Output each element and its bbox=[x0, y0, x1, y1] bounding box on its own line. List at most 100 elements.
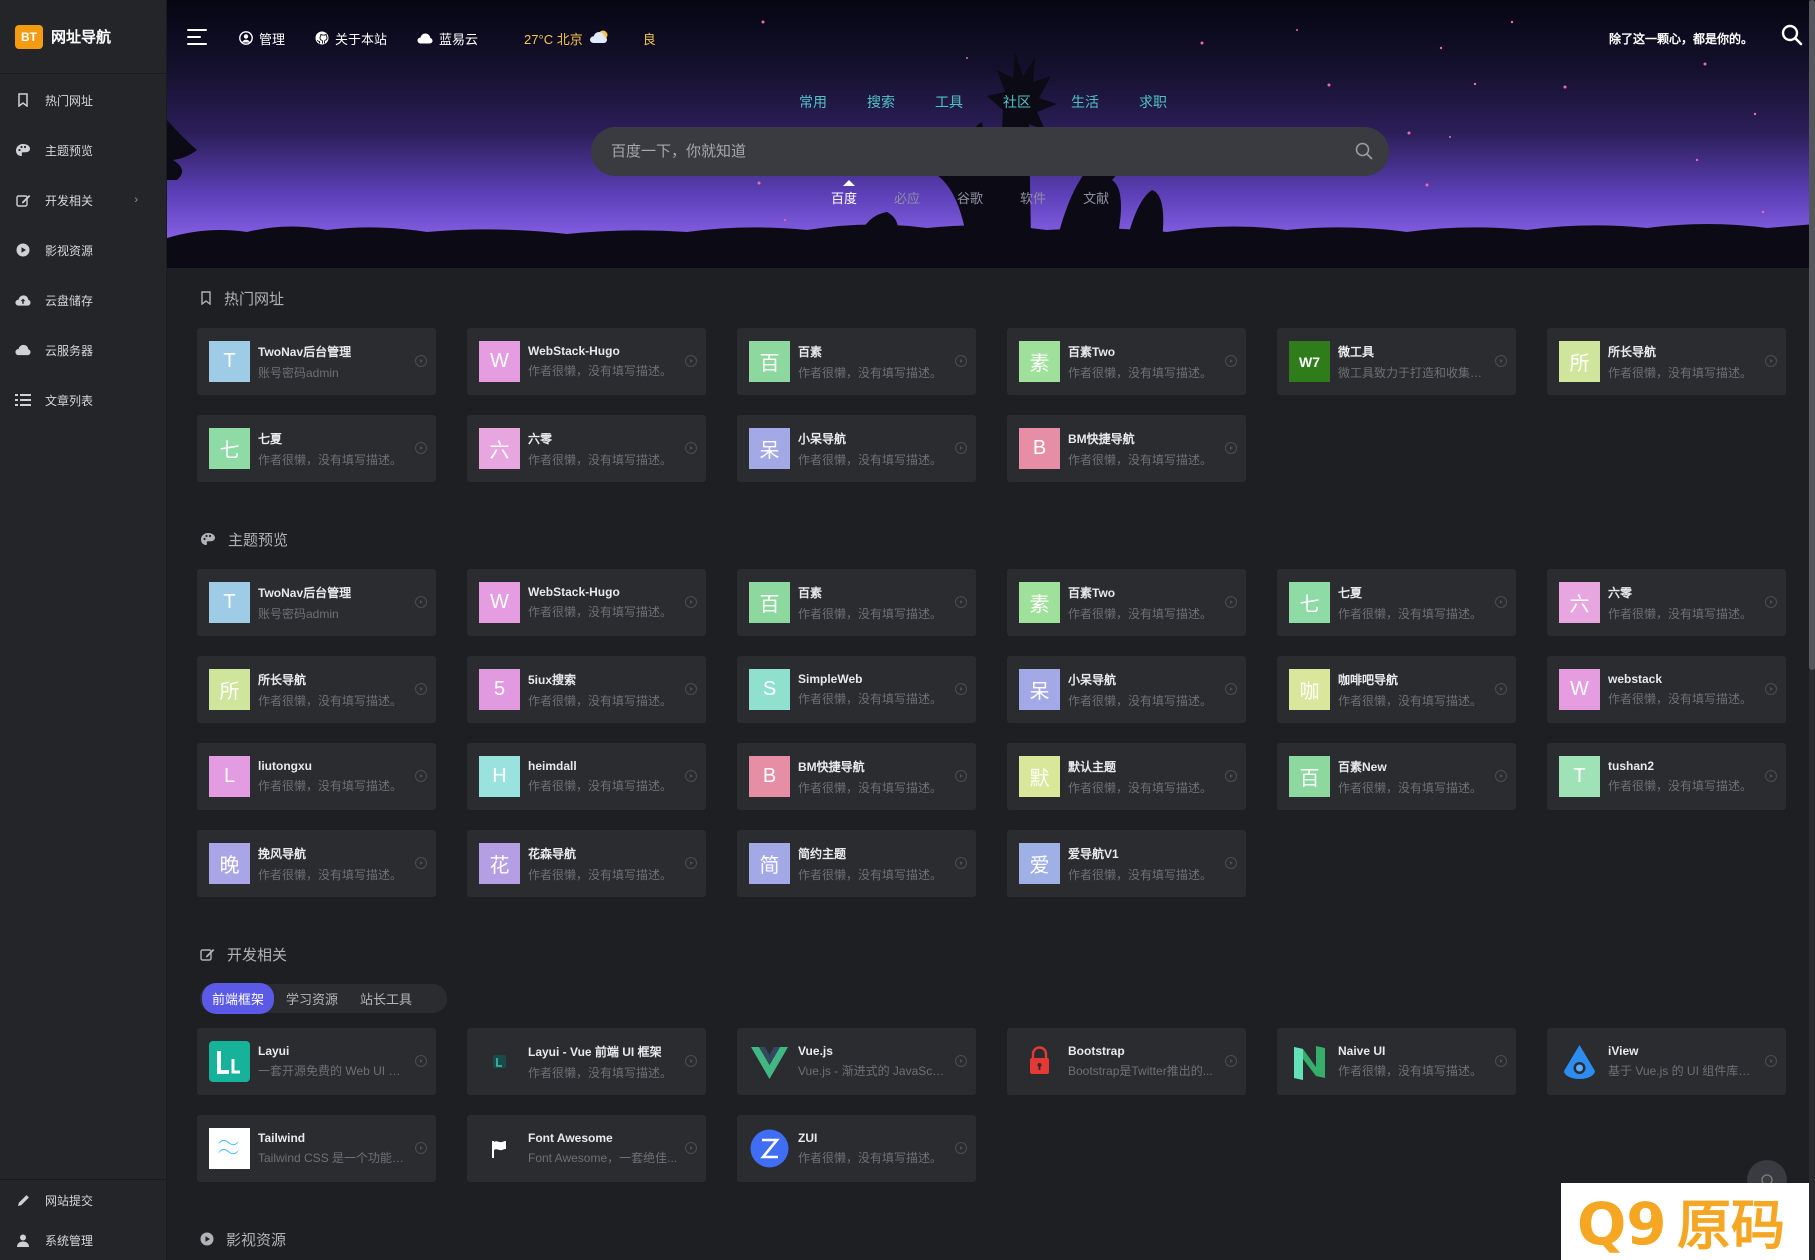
subtab-frontend[interactable]: 前端框架 bbox=[202, 983, 275, 1014]
sidebar-item-articles[interactable]: 文章列表 bbox=[0, 375, 166, 425]
arrow-right-circle-icon[interactable] bbox=[415, 1142, 427, 1154]
site-card[interactable]: 素百素Two 作者很懒，没有填写描述。 bbox=[1007, 569, 1246, 636]
site-card[interactable]: 百百素 作者很懒，没有填写描述。 bbox=[737, 328, 976, 395]
site-card[interactable]: 默默认主题 作者很懒，没有填写描述。 bbox=[1007, 743, 1246, 810]
arrow-right-circle-icon[interactable] bbox=[1225, 857, 1237, 869]
search-input[interactable] bbox=[611, 143, 1311, 160]
hamburger-menu-icon[interactable] bbox=[187, 28, 209, 48]
site-card[interactable]: W WebStack-Hugo 作者很懒，没有填写描述。 bbox=[467, 328, 706, 395]
site-card[interactable]: 七七夏 作者很懒，没有填写描述。 bbox=[1277, 569, 1516, 636]
engine-tab-bing[interactable]: 必应 bbox=[894, 188, 920, 207]
arrow-right-circle-icon[interactable] bbox=[1765, 355, 1777, 367]
sidebar-item-dev[interactable]: 开发相关 › bbox=[0, 175, 166, 225]
site-card[interactable]: Layui - Vue 前端 UI 框架 作者很懒，没有填写描述。 bbox=[467, 1028, 706, 1095]
sidebar-item-video[interactable]: 影视资源 bbox=[0, 225, 166, 275]
site-card[interactable]: 咖咖啡吧导航 作者很懒，没有填写描述。 bbox=[1277, 656, 1516, 723]
site-card[interactable]: 所所长导航 作者很懒，没有填写描述。 bbox=[197, 656, 436, 723]
arrow-right-circle-icon[interactable] bbox=[1225, 355, 1237, 367]
arrow-right-circle-icon[interactable] bbox=[1765, 770, 1777, 782]
site-card[interactable]: S SimpleWeb 作者很懒，没有填写描述。 bbox=[737, 656, 976, 723]
arrow-right-circle-icon[interactable] bbox=[1225, 442, 1237, 454]
site-card[interactable]: 百百素 作者很懒，没有填写描述。 bbox=[737, 569, 976, 636]
site-card[interactable]: 晚挽风导航 作者很懒，没有填写描述。 bbox=[197, 830, 436, 897]
site-card[interactable]: Bootstrap Bootstrap是Twitter推出的... bbox=[1007, 1028, 1246, 1095]
arrow-right-circle-icon[interactable] bbox=[685, 355, 697, 367]
sidebar-item-hot[interactable]: 热门网址 bbox=[0, 75, 166, 125]
site-card[interactable]: W7 微工具 微工具致力于打造和收集各... bbox=[1277, 328, 1516, 395]
topbar-link-lanyiyun[interactable]: 蓝易云 bbox=[417, 29, 478, 48]
site-card[interactable]: W WebStack-Hugo 作者很懒，没有填写描述。 bbox=[467, 569, 706, 636]
search-icon[interactable] bbox=[1781, 24, 1803, 49]
search-submit-icon[interactable] bbox=[1355, 142, 1373, 163]
site-card[interactable]: 花花森导航 作者很懒，没有填写描述。 bbox=[467, 830, 706, 897]
tab-tools[interactable]: 工具 bbox=[935, 92, 963, 112]
site-card[interactable]: T TwoNav后台管理 账号密码admin bbox=[197, 328, 436, 395]
arrow-right-circle-icon[interactable] bbox=[415, 683, 427, 695]
site-card[interactable]: iView 基于 Vue.js 的 UI 组件库。... bbox=[1547, 1028, 1786, 1095]
site-card[interactable]: Tailwind Tailwind CSS 是一个功能类... bbox=[197, 1115, 436, 1182]
site-card[interactable]: 简简约主题 作者很懒，没有填写描述。 bbox=[737, 830, 976, 897]
site-card[interactable]: ZUI 作者很懒，没有填写描述。 bbox=[737, 1115, 976, 1182]
site-card[interactable]: 5 5iux搜索 作者很懒，没有填写描述。 bbox=[467, 656, 706, 723]
site-card[interactable]: Ttushan2 作者很懒，没有填写描述。 bbox=[1547, 743, 1786, 810]
arrow-right-circle-icon[interactable] bbox=[955, 596, 967, 608]
arrow-right-circle-icon[interactable] bbox=[1495, 770, 1507, 782]
topbar-link-about[interactable]: 关于本站 bbox=[315, 29, 387, 48]
arrow-right-circle-icon[interactable] bbox=[1495, 1055, 1507, 1067]
arrow-right-circle-icon[interactable] bbox=[955, 1142, 967, 1154]
arrow-right-circle-icon[interactable] bbox=[685, 857, 697, 869]
site-card[interactable]: Wwebstack 作者很懒，没有填写描述。 bbox=[1547, 656, 1786, 723]
weather-widget[interactable]: 27°C 北京 bbox=[524, 29, 611, 48]
arrow-right-circle-icon[interactable] bbox=[1495, 596, 1507, 608]
arrow-right-circle-icon[interactable] bbox=[1225, 1055, 1237, 1067]
arrow-right-circle-icon[interactable] bbox=[1765, 683, 1777, 695]
site-card[interactable]: 呆小呆导航 作者很懒，没有填写描述。 bbox=[1007, 656, 1246, 723]
site-card[interactable]: 六六零 作者很懒，没有填写描述。 bbox=[1547, 569, 1786, 636]
arrow-right-circle-icon[interactable] bbox=[1225, 770, 1237, 782]
brand[interactable]: BT 网址导航 bbox=[0, 0, 166, 74]
subtab-learning[interactable]: 学习资源 bbox=[276, 983, 348, 1014]
arrow-right-circle-icon[interactable] bbox=[955, 683, 967, 695]
arrow-right-circle-icon[interactable] bbox=[1765, 596, 1777, 608]
sidebar-item-submit[interactable]: 网站提交 bbox=[0, 1180, 166, 1220]
arrow-right-circle-icon[interactable] bbox=[415, 770, 427, 782]
arrow-right-circle-icon[interactable] bbox=[1225, 683, 1237, 695]
subtab-webmaster[interactable]: 站长工具 bbox=[350, 983, 422, 1014]
sidebar-item-admin[interactable]: 系统管理 bbox=[0, 1220, 166, 1260]
arrow-right-circle-icon[interactable] bbox=[685, 770, 697, 782]
site-card[interactable]: B BM快捷导航 作者很懒，没有填写描述。 bbox=[737, 743, 976, 810]
arrow-right-circle-icon[interactable] bbox=[685, 442, 697, 454]
site-card[interactable]: 呆小呆导航 作者很懒，没有填写描述。 bbox=[737, 415, 976, 482]
site-card[interactable]: 六六零 作者很懒，没有填写描述。 bbox=[467, 415, 706, 482]
engine-tab-google[interactable]: 谷歌 bbox=[957, 188, 983, 207]
site-card[interactable]: Naive UI 作者很懒，没有填写描述。 bbox=[1277, 1028, 1516, 1095]
arrow-right-circle-icon[interactable] bbox=[685, 1055, 697, 1067]
tab-common[interactable]: 常用 bbox=[799, 92, 827, 112]
sidebar-item-cloud-server[interactable]: 云服务器 bbox=[0, 325, 166, 375]
engine-tab-software[interactable]: 软件 bbox=[1020, 188, 1046, 207]
site-card[interactable]: Hheimdall 作者很懒，没有填写描述。 bbox=[467, 743, 706, 810]
arrow-right-circle-icon[interactable] bbox=[955, 355, 967, 367]
engine-tab-literature[interactable]: 文献 bbox=[1083, 188, 1109, 207]
site-card[interactable]: 素百素Two 作者很懒，没有填写描述。 bbox=[1007, 328, 1246, 395]
arrow-right-circle-icon[interactable] bbox=[685, 683, 697, 695]
tab-jobs[interactable]: 求职 bbox=[1139, 92, 1167, 112]
arrow-right-circle-icon[interactable] bbox=[415, 355, 427, 367]
arrow-right-circle-icon[interactable] bbox=[685, 596, 697, 608]
arrow-right-circle-icon[interactable] bbox=[415, 596, 427, 608]
arrow-right-circle-icon[interactable] bbox=[685, 1142, 697, 1154]
site-card[interactable]: Vue.js Vue.js - 渐进式的 JavaScri... bbox=[737, 1028, 976, 1095]
arrow-right-circle-icon[interactable] bbox=[955, 857, 967, 869]
arrow-right-circle-icon[interactable] bbox=[415, 857, 427, 869]
site-card[interactable]: Layui 一套开源免费的 Web UI 组... bbox=[197, 1028, 436, 1095]
engine-tab-baidu[interactable]: 百度 bbox=[831, 180, 857, 207]
tab-life[interactable]: 生活 bbox=[1071, 92, 1099, 112]
arrow-right-circle-icon[interactable] bbox=[955, 770, 967, 782]
arrow-right-circle-icon[interactable] bbox=[1765, 1055, 1777, 1067]
site-card[interactable]: Font Awesome Font Awesome，一套绝佳... bbox=[467, 1115, 706, 1182]
site-card[interactable]: 所所长导航 作者很懒，没有填写描述。 bbox=[1547, 328, 1786, 395]
site-card[interactable]: Lliutongxu 作者很懒，没有填写描述。 bbox=[197, 743, 436, 810]
arrow-right-circle-icon[interactable] bbox=[1495, 683, 1507, 695]
arrow-right-circle-icon[interactable] bbox=[1495, 355, 1507, 367]
arrow-right-circle-icon[interactable] bbox=[955, 442, 967, 454]
